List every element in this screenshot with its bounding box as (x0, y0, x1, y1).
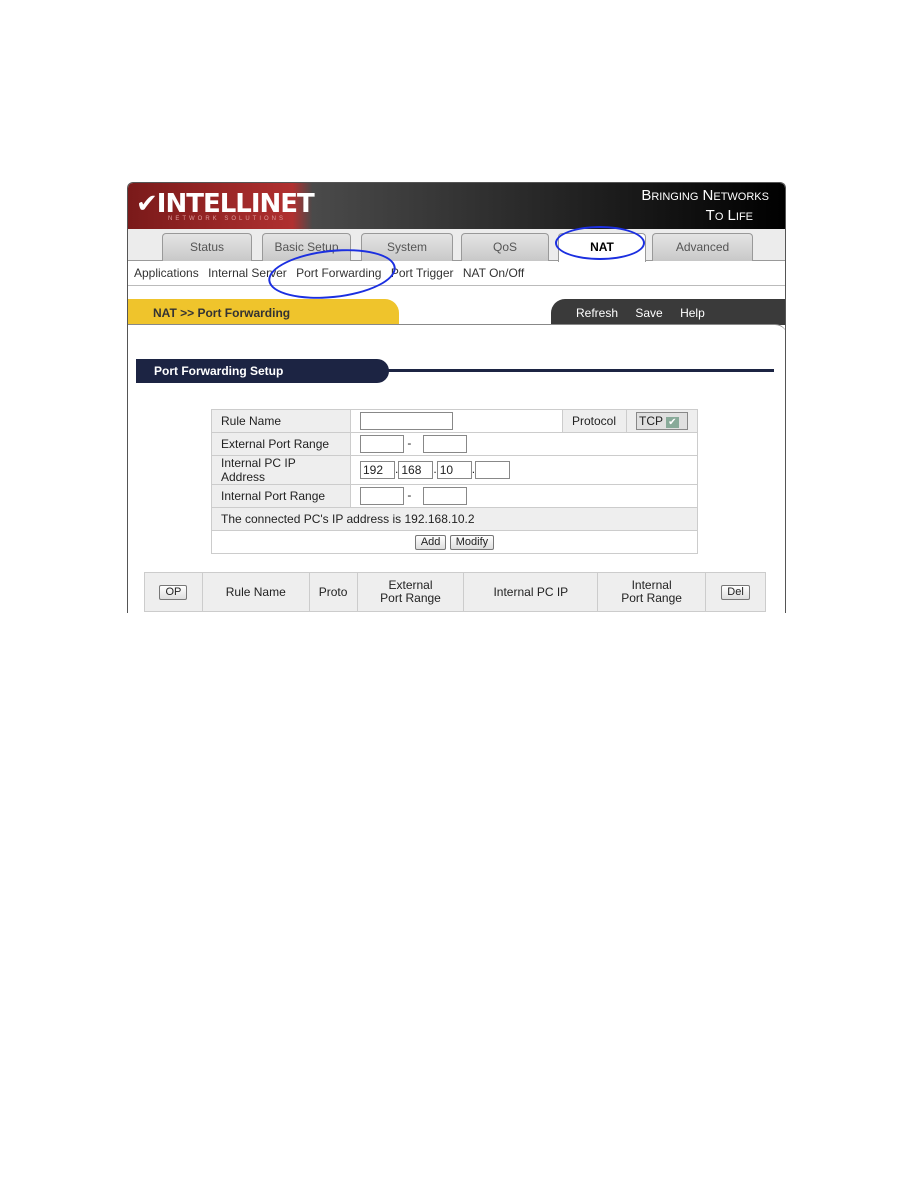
breadcrumb: NAT >> Port Forwarding (128, 299, 399, 325)
section-divider (383, 369, 774, 372)
connected-ip-message: The connected PC's IP address is 192.168… (211, 507, 698, 531)
ip-octet-4-input[interactable] (475, 461, 511, 479)
tab-status[interactable]: Status (162, 233, 252, 261)
save-link[interactable]: Save (635, 306, 662, 320)
external-port-start-input[interactable] (360, 435, 404, 453)
help-link[interactable]: Help (680, 306, 705, 320)
internal-port-end-input[interactable] (422, 487, 467, 505)
column-proto: Proto (308, 572, 358, 612)
internal-port-label: Internal Port Range (211, 484, 351, 508)
rules-table: OP Rule Name Proto External Port Range I… (144, 572, 766, 612)
table-header-row: OP Rule Name Proto External Port Range I… (144, 572, 766, 612)
tab-qos[interactable]: QoS (461, 233, 549, 261)
column-external-port-range: External Port Range (356, 572, 465, 612)
external-port-end-input[interactable] (422, 435, 467, 453)
column-rule-name: Rule Name (201, 572, 310, 612)
protocol-label: Protocol (562, 409, 627, 433)
internal-port-start-input[interactable] (360, 487, 404, 505)
submenu: Applications Internal Server Port Forwar… (128, 261, 785, 286)
modify-button[interactable]: Modify (449, 534, 495, 550)
add-button[interactable]: Add (414, 534, 447, 550)
external-port-label: External Port Range (211, 432, 351, 456)
submenu-port-trigger[interactable]: Port Trigger (391, 266, 454, 280)
internal-ip-label: Internal PC IP Address (211, 455, 351, 485)
protocol-select[interactable]: TCP ✔ (636, 412, 688, 430)
ip-octet-3-input[interactable]: 10 (436, 461, 472, 479)
annotation-circle-nat (555, 226, 645, 260)
port-forwarding-form: Rule Name Protocol TCP ✔ External Port R… (211, 409, 698, 554)
router-admin-window: ✔INTELLINET NETWORK SOLUTIONS Bringing N… (127, 182, 786, 613)
main-tabs: Status Basic Setup System QoS NAT Advanc… (128, 229, 785, 262)
logo-subtitle: NETWORK SOLUTIONS (168, 216, 287, 222)
submenu-applications[interactable]: Applications (134, 266, 199, 280)
slogan: To Life (705, 207, 753, 224)
column-internal-port-range: Internal Port Range (597, 572, 707, 612)
ip-octet-1-input[interactable]: 192 (360, 461, 395, 479)
section-title: Port Forwarding Setup (136, 359, 389, 383)
submenu-nat-on-off[interactable]: NAT On/Off (463, 266, 524, 280)
ip-octet-2-input[interactable]: 168 (398, 461, 434, 479)
header-banner: ✔INTELLINET NETWORK SOLUTIONS Bringing N… (128, 183, 785, 229)
action-bar: Refresh Save Help (551, 299, 785, 325)
op-button[interactable]: OP (159, 584, 188, 600)
refresh-link[interactable]: Refresh (576, 306, 618, 320)
tab-advanced[interactable]: Advanced (652, 233, 753, 261)
chevron-down-icon: ✔ (666, 417, 679, 428)
rule-name-input[interactable] (360, 412, 453, 430)
logo: ✔INTELLINET (136, 189, 315, 219)
delete-button[interactable]: Del (721, 584, 750, 600)
column-internal-pc-ip: Internal PC IP (463, 572, 599, 612)
slogan: Bringing Networks (641, 187, 769, 204)
rule-name-label: Rule Name (211, 409, 351, 433)
